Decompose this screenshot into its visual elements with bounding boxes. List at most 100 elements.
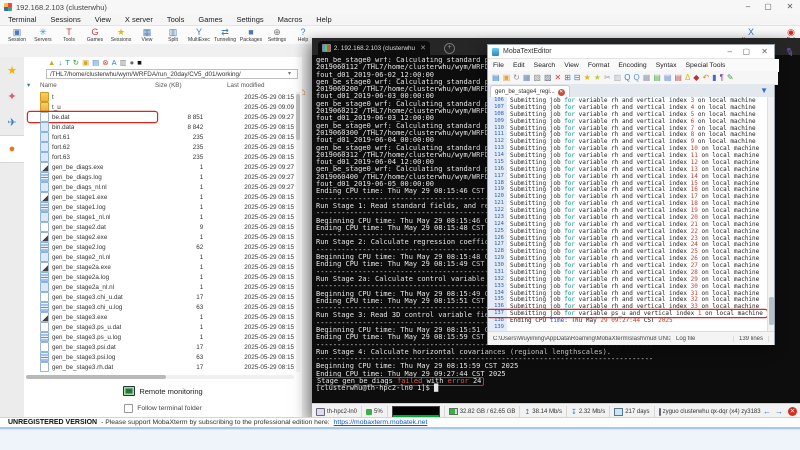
vertical-scrollbar[interactable] xyxy=(296,92,300,372)
tunneling-button[interactable]: ⇄ Tunneling xyxy=(212,26,238,45)
minimize-button[interactable]: – xyxy=(742,2,754,12)
search-icon[interactable]: Q xyxy=(624,73,630,82)
copy-green-icon[interactable]: ▤ xyxy=(653,73,661,82)
select-all-icon[interactable]: ▦ xyxy=(643,73,651,82)
properties-icon[interactable]: ▥ xyxy=(120,58,127,67)
editor-maximize-button[interactable]: ▢ xyxy=(742,47,750,56)
column-mode-icon[interactable]: ▮ xyxy=(712,73,716,82)
file-row[interactable]: gen_be_stage3.rh.dat 17 2025-05-29 08:15 xyxy=(24,362,294,372)
cut-icon[interactable]: ✂ xyxy=(604,73,611,82)
new-file-icon[interactable]: ▤ xyxy=(92,58,99,67)
file-row[interactable]: bin.data 8 842 2025-05-29 08:15 xyxy=(24,122,294,132)
menu-item[interactable]: Macros xyxy=(278,15,303,24)
terminal-icon[interactable]: ■ xyxy=(137,58,142,67)
close-button[interactable]: ✕ xyxy=(784,2,796,12)
file-row[interactable]: gen_be_stage3.chi_u.log 63 2025-05-29 08… xyxy=(24,302,294,312)
sessions-button[interactable]: ★ Sessions xyxy=(108,26,134,45)
refresh-icon[interactable]: ↻ xyxy=(73,58,79,67)
close-file-icon[interactable]: ✕ xyxy=(555,73,562,82)
terminal-tab[interactable]: 2. 192.168.2.103 (clusterwhu) ✕ xyxy=(318,41,430,55)
download-icon[interactable]: ↓ xyxy=(58,58,62,67)
theme-icon[interactable]: ◆ xyxy=(693,73,699,82)
tools-button[interactable]: T Tools xyxy=(56,26,82,45)
syntax-icon[interactable]: Δ xyxy=(685,73,690,82)
multiexec-button[interactable]: Y MultiExec xyxy=(186,26,212,45)
split-button[interactable]: ▥ Split xyxy=(160,26,186,45)
replace-icon[interactable]: Q xyxy=(633,73,639,82)
editor-menu-item[interactable]: Encoding xyxy=(618,62,646,69)
new-tab-button[interactable]: + xyxy=(444,43,455,54)
follow-folder-checkbox[interactable] xyxy=(124,404,133,413)
editor-menu-item[interactable]: Syntax xyxy=(656,62,677,69)
menu-item[interactable]: View xyxy=(95,15,111,24)
tools-tab[interactable]: ✦ xyxy=(0,83,24,109)
file-row[interactable]: gen_be_stage2_nl.nl 1 2025-05-29 08:15 xyxy=(24,252,294,262)
file-row[interactable]: gen_be_stage1.exe 1 2025-05-29 08:15 xyxy=(24,192,294,202)
copy-blue-icon[interactable]: ▤ xyxy=(664,73,672,82)
column-size[interactable]: Size (KB) xyxy=(155,82,182,89)
statusbar-close-icon[interactable]: ✕ xyxy=(788,407,797,416)
editor-tab-close-icon[interactable]: ✕ xyxy=(558,89,565,96)
servers-button[interactable]: ✳ Servers xyxy=(30,26,56,45)
file-row[interactable]: gen_be_stage2.exe 1 2025-05-29 08:15 xyxy=(24,232,294,242)
file-row[interactable]: gen_be_stage2a.exe 1 2025-05-29 08:15 xyxy=(24,262,294,272)
file-row[interactable]: be.dat 8 851 2025-05-29 09:27 xyxy=(24,112,294,122)
file-row[interactable]: gen_be_stage2.log 62 2025-05-29 08:15 xyxy=(24,242,294,252)
hscroll-thumb[interactable] xyxy=(26,375,166,379)
settings-button[interactable]: ⊕ Settings xyxy=(264,26,290,45)
file-row[interactable]: gen_be_diags.exe 1 2025-05-29 09:27 xyxy=(24,162,294,172)
rename-icon[interactable]: A xyxy=(112,58,117,67)
file-row[interactable]: gen_be_stage3.exe 1 2025-05-29 08:15 xyxy=(24,312,294,322)
save-icon[interactable]: ▦ xyxy=(523,73,531,82)
games-button[interactable]: G Games xyxy=(82,26,108,45)
file-row[interactable]: gen_be_stage2a.log 1 2025-05-29 08:15 xyxy=(24,272,294,282)
file-row[interactable]: gen_be_diags_nl.nl 1 2025-05-29 09:27 xyxy=(24,182,294,192)
session-button[interactable]: ▣ Session xyxy=(4,26,30,45)
undo-icon[interactable]: ↶ xyxy=(702,73,709,82)
bookmark2-icon[interactable]: ★ xyxy=(594,73,601,82)
column-modified[interactable]: Last modified xyxy=(227,82,264,89)
file-row[interactable]: t 2025-05-29 08:15 xyxy=(24,92,294,102)
file-row[interactable]: t_u 2025-05-29 09:09 xyxy=(24,102,294,112)
print-icon[interactable]: ▨ xyxy=(544,73,552,82)
editor-menu-item[interactable]: Search xyxy=(534,62,556,69)
macros-tab[interactable]: ✈ xyxy=(0,109,24,135)
mobatek-link[interactable]: https://mobaxterm.mobatek.net xyxy=(334,419,428,426)
column-name[interactable]: Name xyxy=(40,82,57,89)
scroll-right-icon[interactable]: → xyxy=(773,407,785,416)
file-row[interactable]: gen_be_stage3.chi_u.dat 17 2025-05-29 08… xyxy=(24,292,294,302)
vscroll-thumb[interactable] xyxy=(296,94,300,140)
file-row[interactable]: gen_be_stage1_nl.nl 1 2025-05-29 08:15 xyxy=(24,212,294,222)
edit-mode-icon[interactable]: ✎ xyxy=(727,73,734,82)
file-row[interactable]: fort.62 235 2025-05-29 08:15 xyxy=(24,142,294,152)
horizontal-scrollbar[interactable] xyxy=(26,375,294,379)
file-row[interactable]: gen_be_stage3.ps_u.log 1 2025-05-29 08:1… xyxy=(24,332,294,342)
history-icon[interactable]: ↻ xyxy=(513,73,520,82)
new-folder-icon[interactable]: ▣ xyxy=(82,58,89,67)
remote-monitoring-button[interactable]: Remote monitoring xyxy=(24,385,302,397)
file-row[interactable]: gen_be_stage2.dat 9 2025-05-29 08:15 xyxy=(24,222,294,232)
bookmark-icon[interactable]: ★ xyxy=(584,73,591,82)
delete-icon[interactable]: ⊗ xyxy=(102,58,108,67)
file-row[interactable]: gen_be_stage3.ps_u.dat 1 2025-05-29 08:1… xyxy=(24,322,294,332)
paste-icon[interactable]: ▥ xyxy=(614,73,622,82)
print-preview-icon[interactable]: ▧ xyxy=(533,73,541,82)
menu-item[interactable]: Settings xyxy=(237,15,264,24)
sftp-tab[interactable]: ● xyxy=(0,135,24,163)
sort-arrow-icon[interactable]: ▾ xyxy=(27,82,30,89)
file-row[interactable]: gen_be_stage3.psi.log 63 2025-05-29 08:1… xyxy=(24,352,294,362)
editor-close-button[interactable]: ✕ xyxy=(761,47,768,56)
permissions-icon[interactable]: ● xyxy=(130,58,135,67)
view-button[interactable]: ▦ View xyxy=(134,26,160,45)
editor-minimize-button[interactable]: – xyxy=(728,47,732,56)
indent-right-icon[interactable]: ⊟ xyxy=(574,73,581,82)
editor-menu-item[interactable]: File xyxy=(493,62,504,69)
scroll-down-icon[interactable]: ▼ xyxy=(760,86,768,95)
editor-menu-item[interactable]: Edit xyxy=(513,62,525,69)
menu-item[interactable]: Terminal xyxy=(8,15,36,24)
file-row[interactable]: gen_be_stage2a_nl.nl 1 2025-05-29 08:15 xyxy=(24,282,294,292)
editor-scroll-thumb[interactable] xyxy=(769,297,774,325)
sftp-path-input[interactable]: /THL7/home/clusterwhu/wym/WRFDA/run_20da… xyxy=(46,69,298,79)
menu-item[interactable]: Games xyxy=(198,15,222,24)
file-row[interactable]: fort.63 235 2025-05-29 08:15 xyxy=(24,152,294,162)
